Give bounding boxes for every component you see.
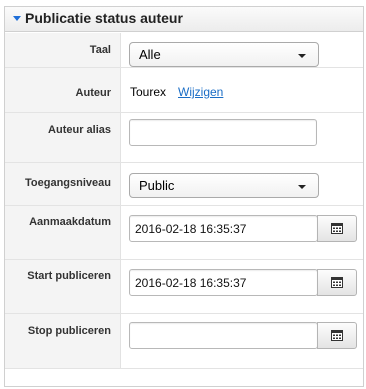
label-column [5,33,121,368]
row-divider [5,313,363,314]
aanmaakdatum-calendar-button[interactable] [317,215,357,242]
taal-select[interactable]: Alle [129,42,319,67]
start-publiceren-input[interactable]: 2016-02-18 16:35:37 [129,269,318,296]
row-divider [5,259,363,260]
calendar-icon [331,223,343,234]
row-divider [5,67,363,68]
start-publiceren-calendar-button[interactable] [317,269,357,296]
start-publiceren-label: Start publiceren [27,270,111,282]
aanmaakdatum-input[interactable]: 2016-02-18 16:35:37 [129,215,318,242]
row-divider [5,368,363,369]
row-divider [5,112,363,113]
stop-publiceren-calendar-button[interactable] [317,322,357,349]
calendar-icon [331,330,343,341]
chevron-down-icon [298,54,306,58]
stop-publiceren-label: Stop publiceren [27,325,111,337]
toegangsniveau-select[interactable]: Public [129,173,319,198]
toegangsniveau-label: Toegangsniveau [25,177,111,189]
auteur-alias-input[interactable] [129,119,317,146]
row-divider [5,162,363,163]
panel-title: Publicatie status auteur [25,10,183,26]
taal-label: Taal [89,44,111,56]
taal-select-value: Alle [139,47,161,62]
auteur-value: Tourex [130,85,167,99]
caret-down-icon[interactable] [13,16,21,21]
aanmaakdatum-label: Aanmaakdatum [29,216,111,228]
row-divider [5,205,363,206]
panel-header[interactable]: Publicatie status auteur [5,7,363,32]
publication-panel: Publicatie status auteur Taal Alle Auteu… [4,6,364,387]
chevron-down-icon [298,185,306,189]
wijzigen-link[interactable]: Wijzigen [178,85,223,99]
toegangsniveau-select-value: Public [139,178,175,193]
auteur-label: Auteur [75,87,111,99]
auteur-alias-label: Auteur alias [48,124,111,136]
calendar-icon [331,277,343,288]
stop-publiceren-input[interactable] [129,322,318,349]
